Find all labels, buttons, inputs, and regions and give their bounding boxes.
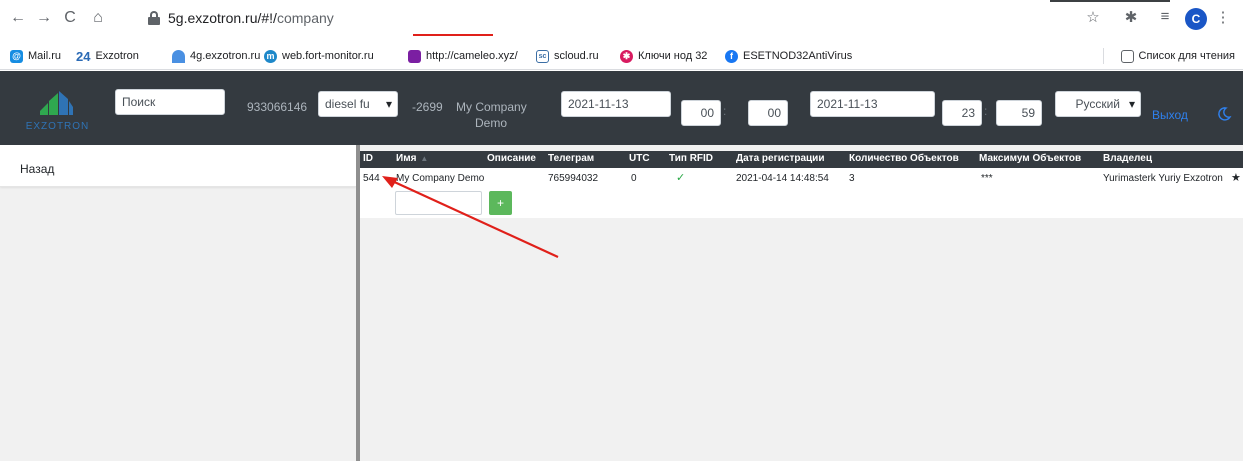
cell-id: 544 xyxy=(363,173,380,184)
sidebar: Назад xyxy=(0,145,356,461)
reading-list[interactable]: Список для чтения xyxy=(1120,48,1235,64)
logo-text: EXZOTRON xyxy=(25,121,90,132)
bookmark-exzotron[interactable]: 24 Exzotron xyxy=(76,48,139,64)
keys-icon: ✱ xyxy=(620,49,633,63)
column-header-name-label: Имя xyxy=(396,153,417,164)
bookmark-keys[interactable]: ✱ Ключи нод 32 xyxy=(620,48,707,64)
logo-mark-icon xyxy=(40,91,73,115)
hour-from-input[interactable]: 00 xyxy=(681,100,721,126)
phone-number: 933066146 xyxy=(247,100,308,114)
column-header-registered[interactable]: Дата регистрации xyxy=(736,153,824,164)
date-from-input[interactable]: 2021-11-13 xyxy=(561,91,671,117)
4g-icon xyxy=(172,49,185,63)
cell-owner: Yurimasterk Yuriy Exzotron xyxy=(1103,173,1223,184)
bookmark-eset[interactable]: f ESETNOD32AntiVirus xyxy=(725,48,852,64)
column-header-rfid[interactable]: Тип RFID xyxy=(669,153,713,164)
add-company-button[interactable]: + xyxy=(489,191,512,215)
scloud-icon: sc xyxy=(536,49,549,63)
language-select[interactable]: Русский xyxy=(1055,91,1141,117)
cell-objects-max: *** xyxy=(981,173,993,184)
new-company-input[interactable] xyxy=(395,191,482,215)
more-menu-icon[interactable]: ⋮ xyxy=(1213,8,1233,26)
bookmark-label: Exzotron xyxy=(95,50,139,62)
reading-list-icon xyxy=(1120,49,1134,63)
bookmark-label: scloud.ru xyxy=(554,50,599,62)
bookmark-label: Mail.ru xyxy=(28,50,62,62)
url-text: 5g.exzotron.ru/#!/company xyxy=(168,10,334,26)
date-to-input[interactable]: 2021-11-13 xyxy=(810,91,935,117)
bookmark-label: web.fort-monitor.ru xyxy=(282,50,374,62)
column-header-id[interactable]: ID xyxy=(363,153,373,164)
owner-star-icon[interactable]: ★ xyxy=(1231,171,1241,184)
rfid-check-icon: ✓ xyxy=(676,172,686,184)
reload-icon[interactable]: C xyxy=(60,8,80,28)
bookmark-label: ESETNOD32AntiVirus xyxy=(743,50,853,62)
company-table-panel: ID Имя ▲ Описание Телеграм UTC Тип RFID Д… xyxy=(360,145,1243,461)
forward-arrow-icon[interactable]: → xyxy=(34,8,54,28)
column-header-objects-count[interactable]: Количество Объектов xyxy=(849,153,959,164)
exzotron-logo[interactable]: EXZOTRON xyxy=(20,85,95,135)
time-separator: : xyxy=(723,104,727,118)
company-name-line1: My Company xyxy=(456,100,527,114)
minute-from-input[interactable]: 00 xyxy=(748,100,788,126)
url-host: 5g.exzotron.ru/#!/ xyxy=(168,10,277,26)
column-header-utc[interactable]: UTC xyxy=(629,153,650,164)
company-name-line2: Demo xyxy=(475,116,508,130)
balance-value: -2699 xyxy=(412,100,443,114)
bookmark-label: http://cameleo.xyz/ xyxy=(426,50,518,62)
bookmark-cameleo[interactable]: http://cameleo.xyz/ xyxy=(408,48,518,64)
address-bar[interactable]: 5g.exzotron.ru/#!/company xyxy=(148,4,1078,36)
dark-mode-moon-icon[interactable] xyxy=(1216,106,1232,122)
column-header-description[interactable]: Описание xyxy=(487,153,536,164)
column-header-objects-max[interactable]: Максимум Объектов xyxy=(979,153,1081,164)
fort-icon: m xyxy=(264,49,277,63)
bookmark-4g[interactable]: 4g.exzotron.ru xyxy=(172,48,260,64)
column-header-owner[interactable]: Владелец xyxy=(1103,153,1152,164)
star-bookmark-icon[interactable]: ☆ xyxy=(1083,8,1103,26)
logout-link[interactable]: Выход xyxy=(1152,108,1188,122)
bookmarks-separator xyxy=(1103,48,1104,64)
cameleo-icon xyxy=(408,49,421,63)
reading-list-label: Список для чтения xyxy=(1138,50,1235,62)
bookmark-mailru[interactable]: @ Mail.ru xyxy=(10,48,61,64)
back-arrow-icon[interactable]: ← xyxy=(8,8,28,28)
24-icon: 24 xyxy=(76,48,91,64)
column-header-name[interactable]: Имя ▲ xyxy=(396,153,428,164)
bookmarks-bar: @ Mail.ru 24 Exzotron 4g.exzotron.ru m web.… xyxy=(0,42,1243,70)
search-input[interactable]: Поиск xyxy=(115,89,225,115)
bookmark-fort-monitor[interactable]: m web.fort-monitor.ru xyxy=(264,48,374,64)
reading-mode-icon[interactable]: ≡ xyxy=(1155,8,1175,25)
cell-name: My Company Demo xyxy=(396,173,485,184)
facebook-icon: f xyxy=(725,49,738,63)
table-header: ID Имя ▲ Описание Телеграм UTC Тип RFID Д… xyxy=(360,151,1243,168)
bookmark-label: 4g.exzotron.ru xyxy=(190,50,261,62)
hour-to-input[interactable]: 23 xyxy=(942,100,982,126)
table-body: 544 My Company Demo 765994032 0 ✓ 2021-0… xyxy=(360,168,1243,218)
mailru-icon: @ xyxy=(10,49,23,63)
url-annotation-underline xyxy=(413,34,493,36)
minute-to-input[interactable]: 59 xyxy=(996,100,1042,126)
column-header-telegram[interactable]: Телеграм xyxy=(548,153,594,164)
extensions-puzzle-icon[interactable]: ✱ xyxy=(1121,8,1141,26)
sidebar-item-back[interactable]: Назад xyxy=(0,145,356,187)
bookmark-scloud[interactable]: sc scloud.ru xyxy=(536,48,599,64)
home-icon[interactable]: ⌂ xyxy=(88,8,108,28)
profile-avatar[interactable]: C xyxy=(1185,8,1207,30)
window-edge-line xyxy=(1050,0,1170,2)
sort-ascending-icon: ▲ xyxy=(420,154,429,163)
cell-telegram: 765994032 xyxy=(548,173,599,184)
cell-utc: 0 xyxy=(631,173,637,184)
url-path: company xyxy=(276,10,334,26)
back-label: Назад xyxy=(20,162,55,176)
browser-toolbar: ← → C ⌂ 5g.exzotron.ru/#!/company ☆ ✱ ≡ … xyxy=(0,0,1243,42)
fuel-type-select[interactable]: diesel fu xyxy=(318,91,398,117)
app-header: EXZOTRON Поиск 933066146 diesel fu -2699… xyxy=(0,71,1243,145)
bookmark-label: Ключи нод 32 xyxy=(638,50,708,62)
lock-icon xyxy=(148,11,160,25)
cell-objects-count: 3 xyxy=(849,173,855,184)
time-separator: : xyxy=(984,104,988,118)
cell-registered: 2021-04-14 14:48:54 xyxy=(736,173,829,184)
